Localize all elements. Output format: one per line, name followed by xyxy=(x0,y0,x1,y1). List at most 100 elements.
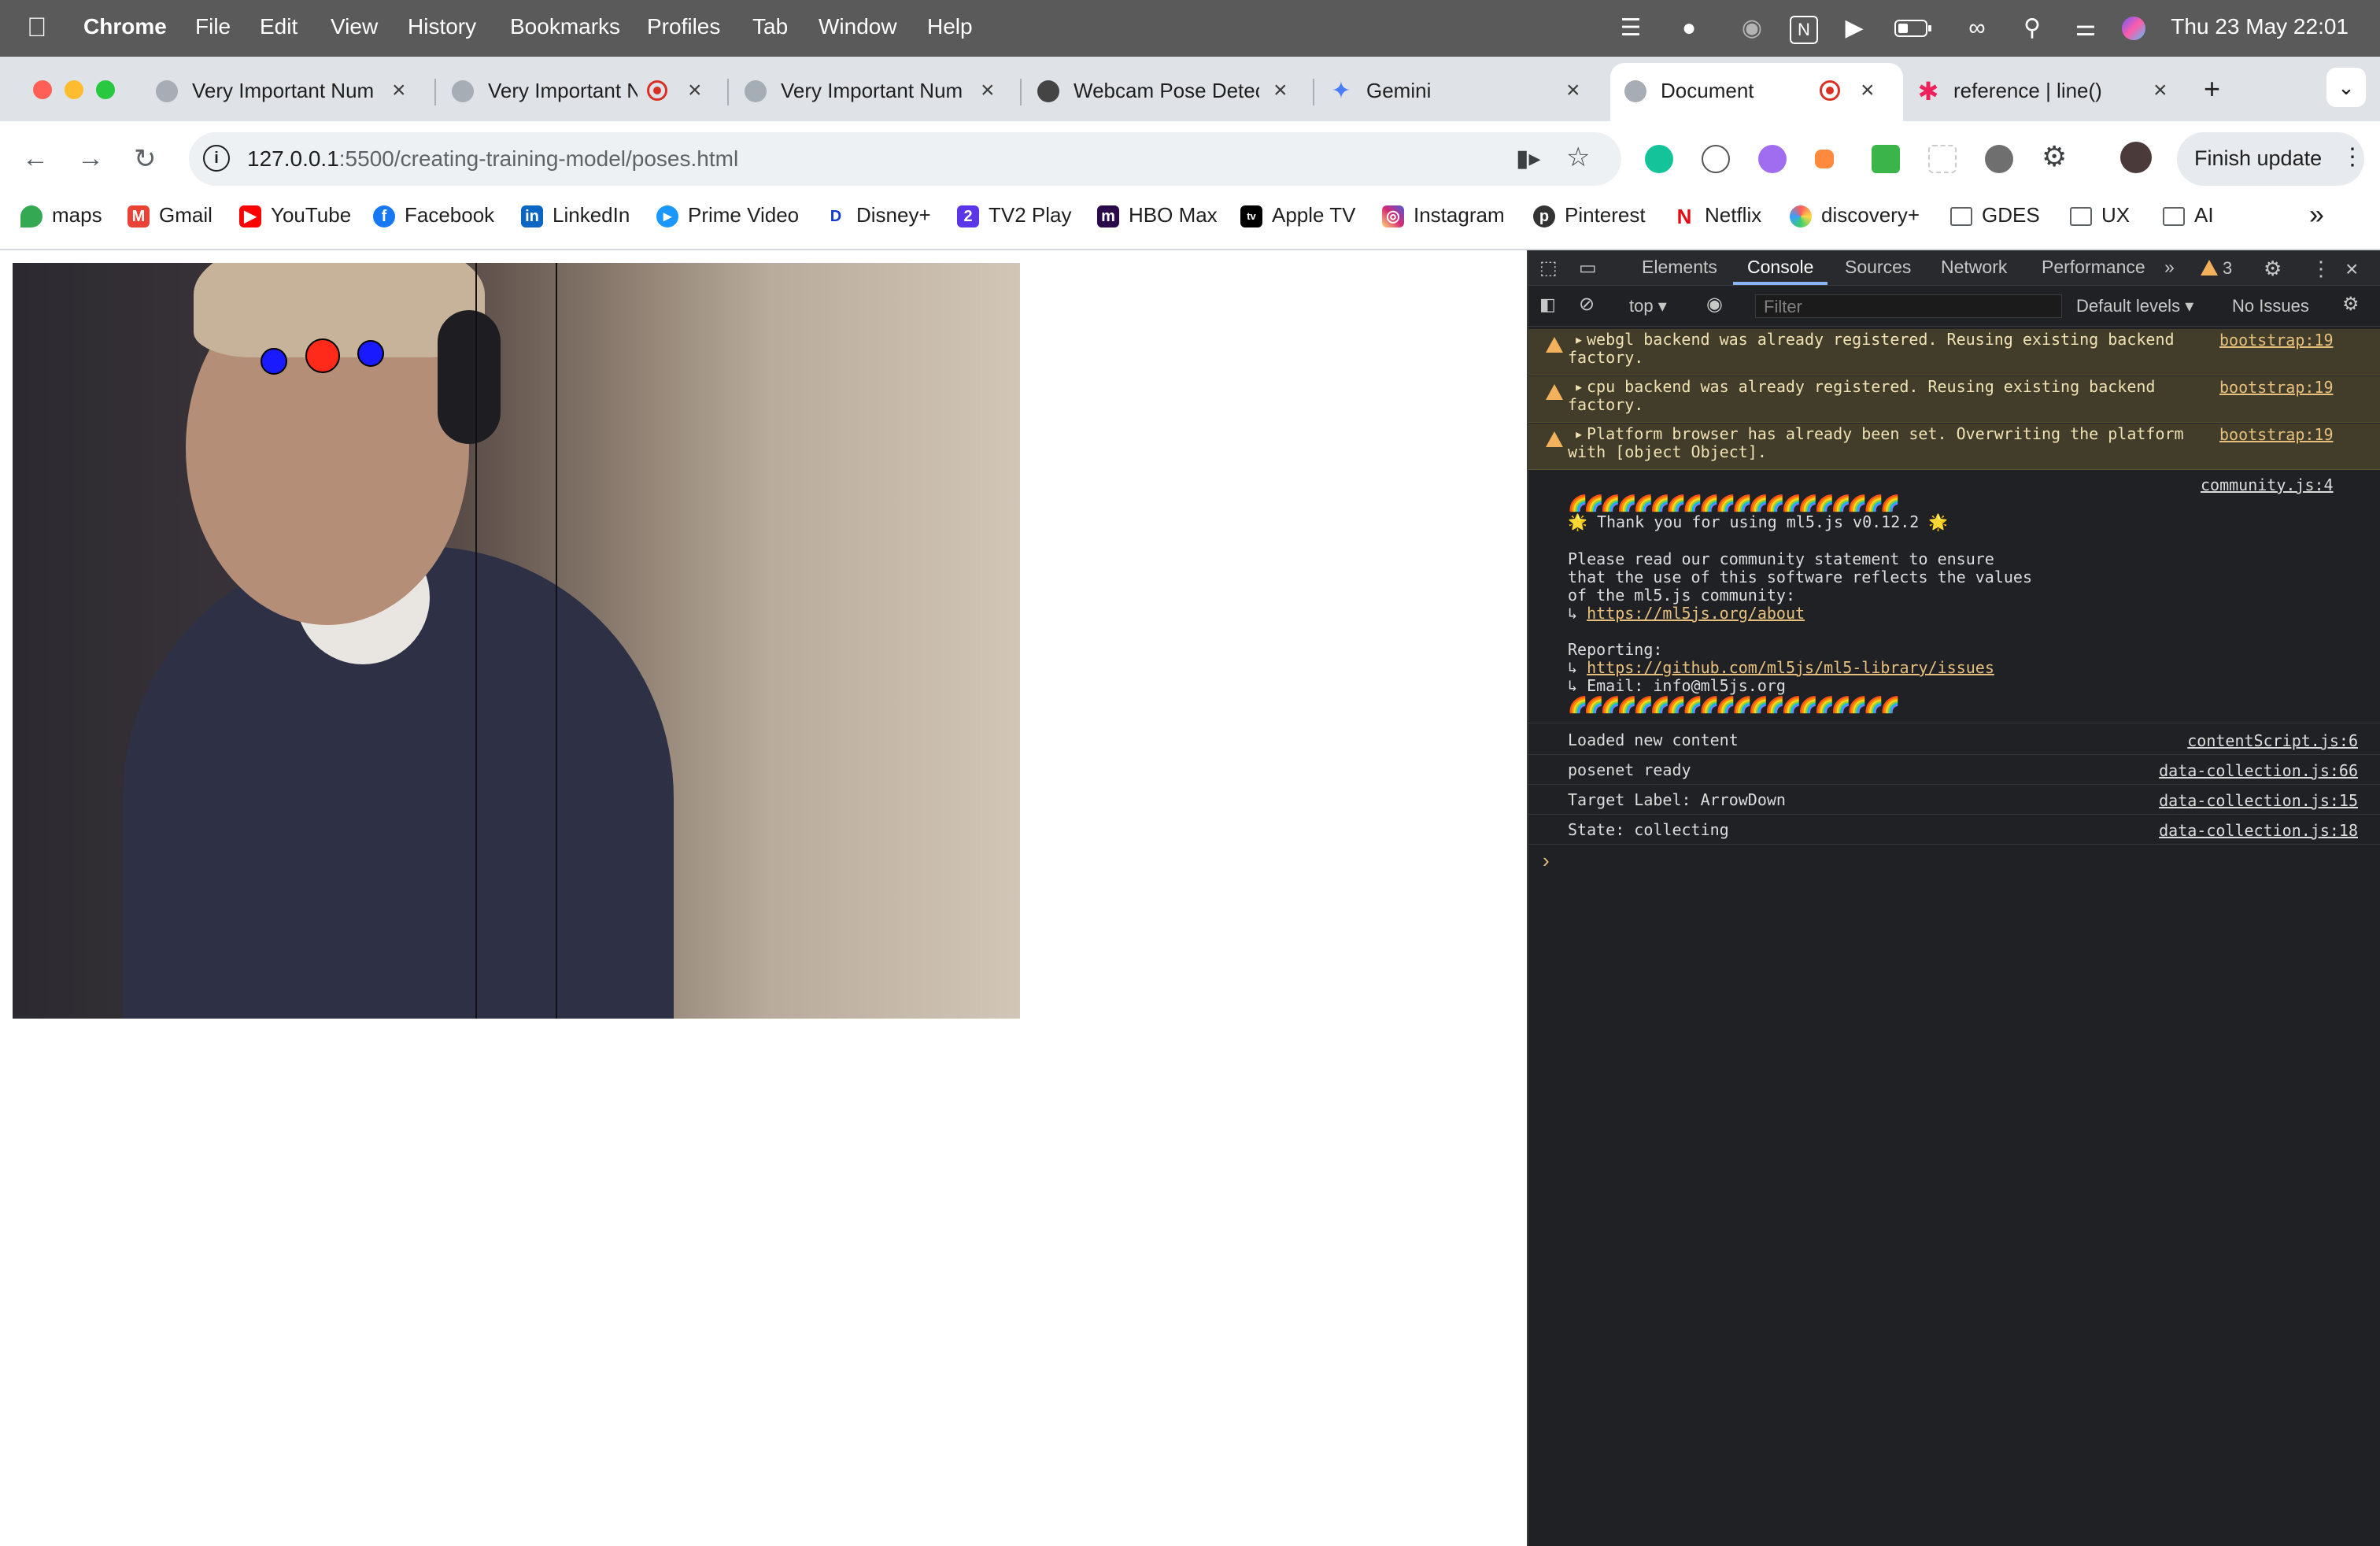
bookmark-discovery[interactable]: discovery+ xyxy=(1790,203,1920,228)
expand-arrow-icon[interactable]: ▸ xyxy=(1574,425,1584,443)
source-link[interactable]: contentScript.js:6 xyxy=(2187,731,2358,750)
devtools-tab-elements[interactable]: Elements xyxy=(1642,257,1717,278)
log-levels-dropdown[interactable]: Default levels ▾ xyxy=(2076,296,2193,316)
devtools-settings-icon[interactable]: ⚙ xyxy=(2264,257,2282,281)
control-center-icon[interactable]: ⚌ xyxy=(2070,13,2101,44)
bookmark-tv2-play[interactable]: 2 TV2 Play xyxy=(957,203,1072,228)
devtools-tab-console[interactable]: Console xyxy=(1747,257,1813,278)
close-window-button[interactable] xyxy=(33,80,52,99)
bookmark-netflix[interactable]: N Netflix xyxy=(1673,203,1762,227)
source-link[interactable]: bootstrap:19 xyxy=(2219,378,2334,397)
wifi-calling-icon[interactable]: ● xyxy=(1673,13,1705,44)
profile-avatar[interactable] xyxy=(2120,142,2152,173)
bookmark-pinterest[interactable]: p Pinterest xyxy=(1533,203,1646,228)
console-filter-input[interactable]: Filter xyxy=(1755,294,2062,318)
sidebar-toggle-icon[interactable]: ◧ xyxy=(1539,294,1556,315)
expand-arrow-icon[interactable]: ▸ xyxy=(1574,378,1584,396)
expand-arrow-icon[interactable]: ▸ xyxy=(1574,331,1584,349)
search-icon[interactable]: ⚲ xyxy=(2016,13,2048,44)
play-icon[interactable]: ▶ xyxy=(1839,13,1870,44)
battery-icon[interactable] xyxy=(1894,13,1933,44)
devtools-tab-performance[interactable]: Performance xyxy=(2042,257,2145,278)
tab-very-important-2[interactable]: Very Important N × xyxy=(438,63,718,121)
bookmark-instagram[interactable]: ◎ Instagram xyxy=(1382,203,1505,228)
source-link[interactable]: bootstrap:19 xyxy=(2219,425,2334,444)
bookmark-apple-tv[interactable]: tv Apple TV xyxy=(1240,203,1355,228)
back-button[interactable]: ← xyxy=(22,143,49,174)
app-menu-chrome[interactable]: Chrome xyxy=(83,14,167,39)
menu-file[interactable]: File xyxy=(195,14,231,39)
console-warning-row[interactable]: ▸ Platform browser has already been set.… xyxy=(1528,423,2380,470)
notion-icon[interactable]: N xyxy=(1790,16,1818,44)
tab-search-button[interactable]: ⌄ xyxy=(2326,68,2366,107)
live-expression-eye-icon[interactable]: ◉ xyxy=(1706,293,1723,316)
camera-in-use-icon[interactable]: ▮▸ xyxy=(1516,145,1541,172)
menu-window[interactable]: Window xyxy=(819,14,897,39)
clock[interactable]: Thu 23 May 22:01 xyxy=(2171,14,2349,39)
forward-button[interactable]: → xyxy=(77,143,104,174)
menu-view[interactable]: View xyxy=(331,14,378,39)
close-icon[interactable]: × xyxy=(1861,77,1875,104)
minimize-window-button[interactable] xyxy=(65,80,83,99)
bookmark-disney[interactable]: D Disney+ xyxy=(825,203,931,227)
close-icon[interactable]: × xyxy=(2153,77,2168,104)
new-tab-button[interactable]: + xyxy=(2204,72,2220,105)
close-icon[interactable]: × xyxy=(981,77,995,104)
console-prompt[interactable]: › xyxy=(1543,849,1550,873)
source-link[interactable]: data-collection.js:15 xyxy=(2159,791,2358,810)
console-warning-row[interactable]: ▸ cpu backend was already registered. Re… xyxy=(1528,376,2380,423)
console-warning-row[interactable]: ▸ webgl backend was already registered. … xyxy=(1528,329,2380,375)
source-link[interactable]: data-collection.js:66 xyxy=(2159,761,2358,780)
bookmark-gmail[interactable]: M Gmail xyxy=(128,203,213,228)
menu-profiles[interactable]: Profiles xyxy=(647,14,720,39)
issues-link[interactable]: https://github.com/ml5js/ml5-library/iss… xyxy=(1587,658,1994,677)
extension-puzzle-green-icon[interactable] xyxy=(1872,145,1900,173)
bookmarks-overflow-icon[interactable]: » xyxy=(2309,200,2324,231)
tab-gemini[interactable]: ✦ Gemini × xyxy=(1316,63,1596,121)
bookmark-folder-ai[interactable]: AI xyxy=(2163,203,2214,227)
extensions-icon[interactable]: ⚙ xyxy=(2042,140,2067,173)
bookmark-prime-video[interactable]: ▸ Prime Video xyxy=(656,203,799,228)
bookmark-facebook[interactable]: f Facebook xyxy=(373,203,494,228)
menu-tab[interactable]: Tab xyxy=(752,14,788,39)
globe-icon[interactable]: ◉ xyxy=(1736,13,1768,44)
apple-menu-icon[interactable]:  xyxy=(27,13,47,43)
source-link[interactable]: bootstrap:19 xyxy=(2219,331,2334,350)
tab-very-important-1[interactable]: Very Important Num × xyxy=(142,63,422,121)
console-settings-icon[interactable]: ⚙ xyxy=(2342,293,2360,316)
menu-history[interactable]: History xyxy=(408,14,476,39)
inspect-element-icon[interactable]: ⬚ xyxy=(1539,257,1558,279)
site-info-icon[interactable]: i xyxy=(203,145,230,172)
close-icon[interactable]: × xyxy=(392,77,406,104)
finish-update-button[interactable]: Finish update ⋮ xyxy=(2177,132,2364,186)
menu-bookmarks[interactable]: Bookmarks xyxy=(510,14,620,39)
stage-manager-icon[interactable]: ☰ xyxy=(1615,13,1646,44)
tab-reference-line[interactable]: ✱ reference | line() × xyxy=(1903,63,2183,121)
about-link[interactable]: https://ml5js.org/about xyxy=(1587,604,1805,623)
close-icon[interactable]: × xyxy=(1566,77,1580,104)
devtools-close-icon[interactable]: × xyxy=(2345,257,2358,282)
tab-webcam-pose[interactable]: Webcam Pose Detec × xyxy=(1023,63,1303,121)
bookmark-hbo-max[interactable]: m HBO Max xyxy=(1097,203,1218,228)
bookmark-folder-gdes[interactable]: GDES xyxy=(1950,203,2040,227)
menu-help[interactable]: Help xyxy=(927,14,973,39)
siri-icon[interactable] xyxy=(2122,17,2145,40)
device-toolbar-icon[interactable]: ▭ xyxy=(1579,257,1597,279)
menu-edit[interactable]: Edit xyxy=(260,14,298,39)
tab-document[interactable]: Document × xyxy=(1610,63,1903,121)
grammarly-icon[interactable] xyxy=(1645,145,1673,173)
zoom-window-button[interactable] xyxy=(96,80,115,99)
close-icon[interactable]: × xyxy=(688,77,702,104)
issues-label[interactable]: No Issues xyxy=(2232,296,2309,316)
extension-rm-icon[interactable] xyxy=(1702,145,1730,173)
bookmark-linkedin[interactable]: in LinkedIn xyxy=(521,203,630,228)
color-picker-icon[interactable] xyxy=(1815,150,1834,168)
more-tabs-icon[interactable]: » xyxy=(2164,257,2175,278)
tab-very-important-3[interactable]: Very Important Num × xyxy=(730,63,1011,121)
url-text[interactable]: 127.0.0.1:5500/creating-training-model/p… xyxy=(247,146,738,172)
reload-button[interactable]: ↻ xyxy=(134,143,157,175)
extension-pen-icon[interactable] xyxy=(1758,145,1787,173)
source-link[interactable]: data-collection.js:18 xyxy=(2159,821,2358,840)
bookmark-youtube[interactable]: ▶ YouTube xyxy=(239,203,351,228)
wordpress-icon[interactable] xyxy=(1985,145,2013,173)
